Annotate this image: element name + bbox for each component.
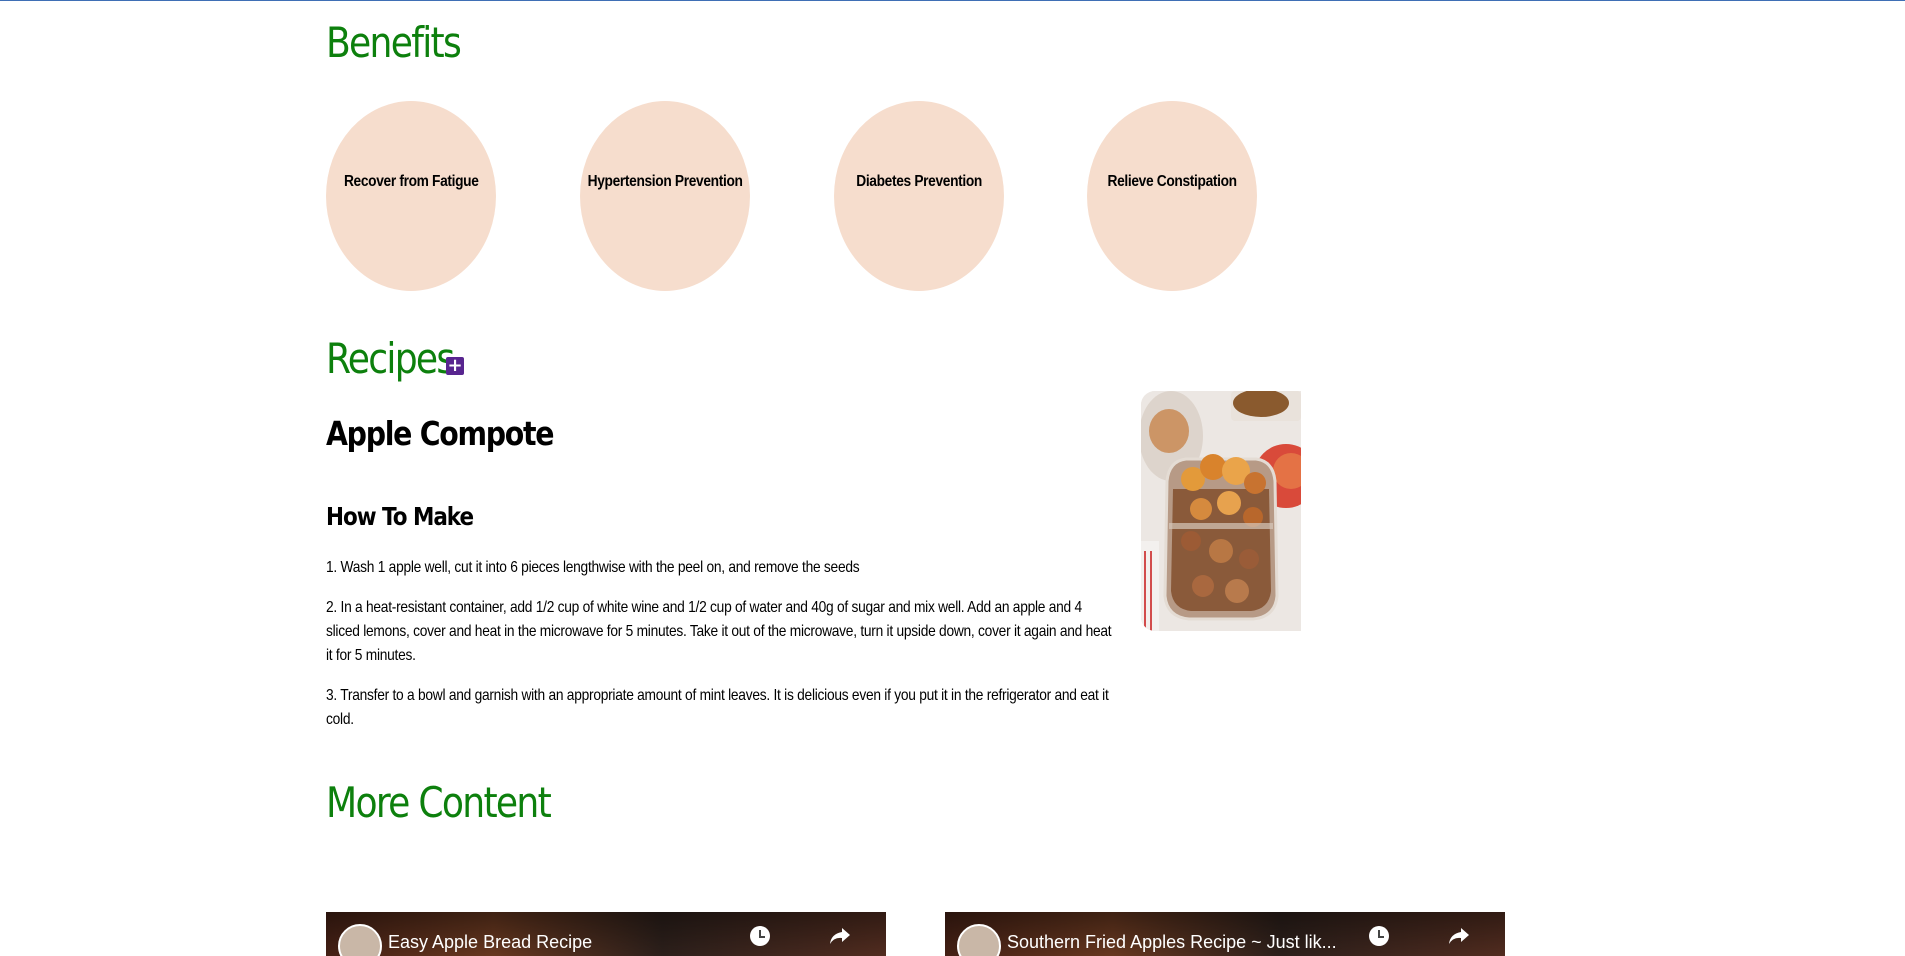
share-icon[interactable] — [828, 926, 852, 946]
expand-plus-icon[interactable]: + — [446, 357, 464, 375]
recipe-steps: 1. Wash 1 apple well, cut it into 6 piec… — [326, 556, 1116, 748]
benefit-label: Diabetes Prevention — [856, 173, 982, 190]
benefit-label: Hypertension Prevention — [587, 173, 743, 190]
video-embed[interactable]: Southern Fried Apples Recipe ~ Just lik.… — [945, 912, 1505, 956]
video-title[interactable]: Southern Fried Apples Recipe ~ Just lik.… — [1007, 932, 1337, 953]
video-embed[interactable]: Easy Apple Bread Recipe — [326, 912, 886, 956]
benefit-circle: Relieve Constipation — [1087, 101, 1257, 291]
video-title[interactable]: Easy Apple Bread Recipe — [388, 932, 592, 953]
benefit-circle: Recover from Fatigue — [326, 101, 496, 291]
benefit-circle: Hypertension Prevention — [580, 101, 750, 291]
compote-jar-illustration — [1141, 391, 1301, 631]
watch-later-icon[interactable] — [750, 926, 770, 946]
more-content-heading: More Content — [326, 778, 552, 827]
recipes-heading: Recipes — [326, 334, 455, 383]
benefits-heading: Benefits — [326, 18, 462, 67]
recipe-step: 1. Wash 1 apple well, cut it into 6 piec… — [326, 559, 860, 576]
benefit-label: Relieve Constipation — [1107, 173, 1237, 190]
window-top-border — [0, 0, 1905, 1]
benefit-label: Recover from Fatigue — [343, 173, 479, 190]
watch-later-icon[interactable] — [1369, 926, 1389, 946]
recipe-step: 3. Transfer to a bowl and garnish with a… — [326, 687, 1109, 728]
recipe-step: 2. In a heat-resistant container, add 1/… — [326, 599, 1112, 664]
recipe-title: Apple Compote — [326, 414, 555, 453]
apple-compote-photo — [1141, 391, 1301, 631]
how-to-heading: How To Make — [326, 502, 474, 531]
share-icon[interactable] — [1447, 926, 1471, 946]
benefit-circle: Diabetes Prevention — [834, 101, 1004, 291]
